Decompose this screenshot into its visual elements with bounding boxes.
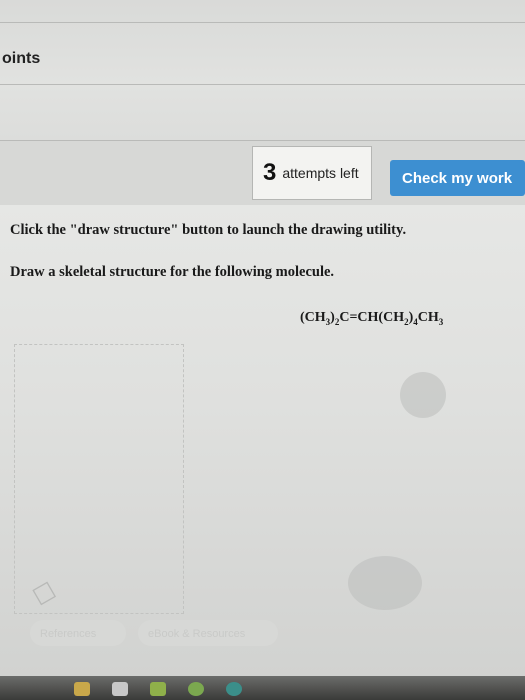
attempts-counter: 3 attempts left bbox=[252, 146, 372, 200]
molecule-formula: (CH3)2C=CH(CH2)4CH3 bbox=[300, 310, 444, 327]
points-label: oints bbox=[2, 50, 41, 67]
attempts-count: 3 bbox=[263, 159, 277, 186]
instruction-text: Click the "draw structure" button to lau… bbox=[10, 222, 407, 238]
browser-icon[interactable] bbox=[188, 682, 204, 696]
header-divider bbox=[0, 140, 525, 141]
drawing-area[interactable] bbox=[14, 344, 184, 614]
ebook-link[interactable]: eBook & Resources bbox=[148, 628, 245, 640]
header-divider bbox=[0, 84, 525, 85]
header-area bbox=[0, 0, 525, 140]
references-link[interactable]: References bbox=[40, 628, 96, 640]
screen-glare bbox=[348, 556, 422, 610]
attempts-label: attempts left bbox=[282, 165, 359, 181]
check-my-work-button[interactable]: Check my work bbox=[390, 160, 525, 196]
app-icon[interactable] bbox=[112, 682, 128, 696]
screen-glare bbox=[400, 372, 446, 418]
folder-icon[interactable] bbox=[74, 682, 90, 696]
header-divider bbox=[0, 22, 525, 23]
question-text: Draw a skeletal structure for the follow… bbox=[10, 264, 335, 280]
app-icon[interactable] bbox=[150, 682, 166, 696]
browser-icon[interactable] bbox=[226, 682, 242, 696]
